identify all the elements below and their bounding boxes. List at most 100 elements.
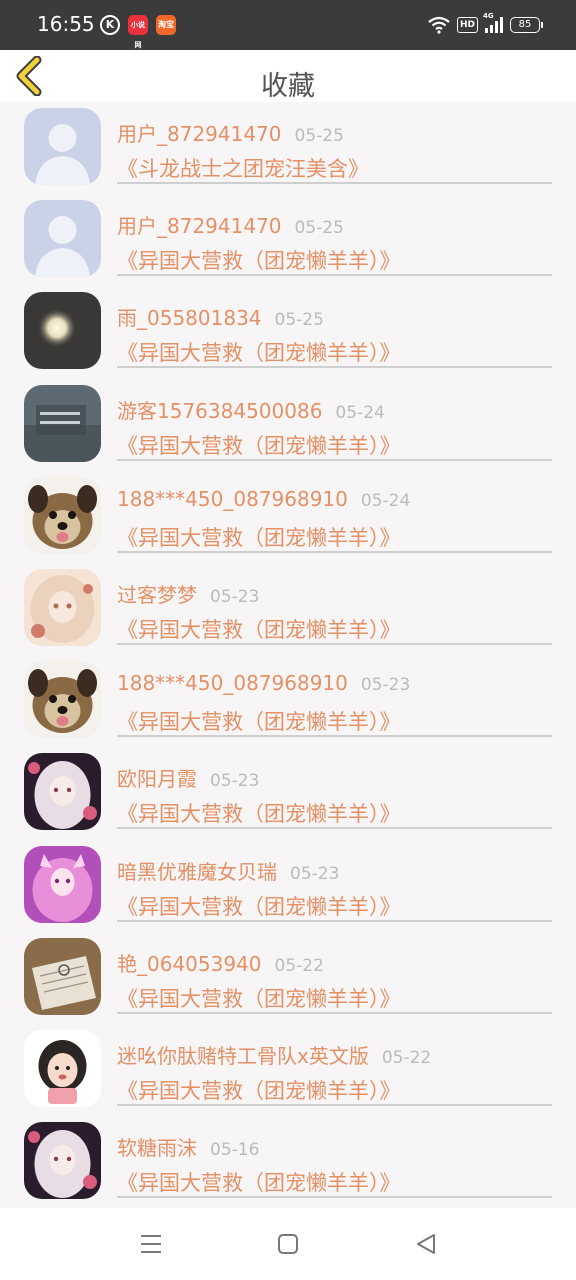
avatar[interactable] <box>24 384 101 462</box>
list-item[interactable]: 用户_872941470 05-25 《异国大营救（团宠懒羊羊）》 <box>0 194 576 286</box>
avatar[interactable] <box>24 108 101 185</box>
favorite-date: 05-25 <box>294 218 344 239</box>
favorite-date: 05-25 <box>274 310 324 331</box>
avatar-image <box>24 845 101 923</box>
avatar[interactable] <box>24 1122 101 1200</box>
status-bar: 16:55 K 小说网 淘宝 HD 4G 85 <box>0 0 576 50</box>
favorite-date: 05-23 <box>210 586 260 607</box>
list-item[interactable]: 雨_055801834 05-25 《异国大营救（团宠懒羊羊）》 <box>0 286 576 378</box>
divider <box>117 735 552 738</box>
divider <box>117 1011 552 1014</box>
favorite-date: 05-23 <box>360 675 411 696</box>
app-badge-icon: 小说网 <box>128 15 148 49</box>
avatar-image <box>24 568 101 646</box>
favorite-date: 05-16 <box>210 1140 260 1161</box>
favorite-date: 05-24 <box>335 402 385 423</box>
user-name: 暗黑优雅魔女贝瑞 05-23 <box>117 856 339 885</box>
work-title[interactable]: 《异国大营救（团宠懒羊羊）》 <box>117 798 401 828</box>
user-name-text: 188***450_087968910 <box>117 671 348 696</box>
list-item[interactable]: 迷吆你肽赌特工骨队x英文版 05-22 《异国大营救（团宠懒羊羊）》 <box>0 1024 576 1116</box>
list-item[interactable]: 过客梦梦 05-23 《异国大营救（团宠懒羊羊）》 <box>0 563 576 655</box>
list-item[interactable]: 188***450_087968910 05-24 《异国大营救（团宠懒羊羊）》 <box>0 471 576 563</box>
app-badge-icon: 淘宝 <box>156 15 176 35</box>
user-name: 迷吆你肽赌特工骨队x英文版 05-22 <box>117 1040 431 1069</box>
work-title[interactable]: 《异国大营救（团宠懒羊羊）》 <box>117 891 401 921</box>
avatar-image <box>24 476 101 554</box>
status-time: 16:55 <box>37 12 95 36</box>
divider <box>117 458 552 461</box>
work-title[interactable]: 《异国大营救（团宠懒羊羊）》 <box>117 430 401 460</box>
menu-button[interactable] <box>133 1228 169 1260</box>
divider <box>117 919 552 922</box>
user-name: 软糖雨沫 05-16 <box>117 1132 259 1161</box>
home-square-icon <box>278 1234 298 1254</box>
user-name-text: 雨_055801834 <box>117 306 262 331</box>
avatar[interactable] <box>24 661 101 739</box>
list-item[interactable]: 艳_064053940 05-22 《异国大营救（团宠懒羊羊）》 <box>0 932 576 1024</box>
work-title[interactable]: 《异国大营救（团宠懒羊羊）》 <box>117 1075 401 1105</box>
avatar[interactable] <box>24 937 101 1015</box>
divider <box>117 182 552 184</box>
user-name: 用户_872941470 05-25 <box>117 118 344 147</box>
favorite-date: 05-25 <box>294 126 344 146</box>
avatar-image <box>24 200 101 278</box>
avatar-image <box>24 1122 101 1200</box>
avatar-image <box>24 753 101 831</box>
menu-icon <box>141 1235 161 1253</box>
user-name: 欧阳月霞 05-23 <box>117 763 259 792</box>
avatar[interactable] <box>24 200 101 278</box>
divider <box>117 827 552 830</box>
avatar-image <box>24 937 101 1015</box>
list-item[interactable]: 188***450_087968910 05-23 《异国大营救（团宠懒羊羊）》 <box>0 655 576 747</box>
user-name-text: 游客1576384500086 <box>117 398 323 423</box>
user-name-text: 过客梦梦 <box>117 582 197 607</box>
user-name-text: 软糖雨沫 <box>117 1136 197 1161</box>
work-title[interactable]: 《异国大营救（团宠懒羊羊）》 <box>117 706 401 736</box>
user-name-text: 欧阳月霞 <box>117 767 197 792</box>
user-name: 188***450_087968910 05-23 <box>117 671 410 695</box>
user-name: 雨_055801834 05-25 <box>117 302 324 331</box>
user-name: 过客梦梦 05-23 <box>117 579 259 608</box>
favorite-date: 05-22 <box>274 955 324 976</box>
work-title[interactable]: 《异国大营救（团宠懒羊羊）》 <box>117 522 401 552</box>
list-item[interactable]: 游客1576384500086 05-24 《异国大营救（团宠懒羊羊）》 <box>0 379 576 471</box>
list-item[interactable]: 暗黑优雅魔女贝瑞 05-23 《异国大营救（团宠懒羊羊）》 <box>0 840 576 932</box>
user-name-text: 用户_872941470 <box>117 122 282 146</box>
wifi-icon <box>428 16 450 34</box>
divider <box>117 1103 552 1106</box>
avatar[interactable] <box>24 292 101 370</box>
work-title[interactable]: 《斗龙战士之团宠汪美含》 <box>117 153 369 183</box>
avatar[interactable] <box>24 845 101 923</box>
k-icon: K <box>100 15 120 35</box>
favorite-date: 05-23 <box>210 771 260 792</box>
work-title[interactable]: 《异国大营救（团宠懒羊羊）》 <box>117 337 401 367</box>
battery-icon: 85 <box>510 17 543 33</box>
work-title[interactable]: 《异国大营救（团宠懒羊羊）》 <box>117 614 401 644</box>
user-name: 188***450_087968910 05-24 <box>117 487 410 511</box>
avatar[interactable] <box>24 476 101 554</box>
avatar-image <box>24 661 101 739</box>
user-name-text: 迷吆你肽赌特工骨队x英文版 <box>117 1043 369 1068</box>
back-triangle-icon <box>417 1234 435 1254</box>
favorite-date: 05-24 <box>360 490 411 511</box>
list-item[interactable]: 用户_872941470 05-25 《斗龙战士之团宠汪美含》 <box>0 102 576 194</box>
system-nav-bar <box>0 1208 576 1280</box>
home-button[interactable] <box>270 1228 306 1260</box>
work-title[interactable]: 《异国大营救（团宠懒羊羊）》 <box>117 245 401 275</box>
divider <box>117 550 552 553</box>
header: 收藏 <box>0 50 576 102</box>
avatar[interactable] <box>24 1029 101 1107</box>
work-title[interactable]: 《异国大营救（团宠懒羊羊）》 <box>117 1167 401 1197</box>
list-item[interactable]: 软糖雨沫 05-16 《异国大营救（团宠懒羊羊）》 <box>0 1116 576 1208</box>
user-name: 游客1576384500086 05-24 <box>117 395 385 424</box>
avatar[interactable] <box>24 753 101 831</box>
list-item[interactable]: 欧阳月霞 05-23 《异国大营救（团宠懒羊羊）》 <box>0 747 576 839</box>
hd-icon: HD <box>456 17 478 33</box>
divider <box>117 274 552 277</box>
work-title[interactable]: 《异国大营救（团宠懒羊羊）》 <box>117 983 401 1013</box>
system-back-button[interactable] <box>408 1228 444 1260</box>
avatar[interactable] <box>24 568 101 646</box>
user-name: 艳_064053940 05-22 <box>117 948 324 977</box>
user-name-text: 用户_872941470 <box>117 214 282 239</box>
favorite-date: 05-22 <box>381 1047 432 1068</box>
